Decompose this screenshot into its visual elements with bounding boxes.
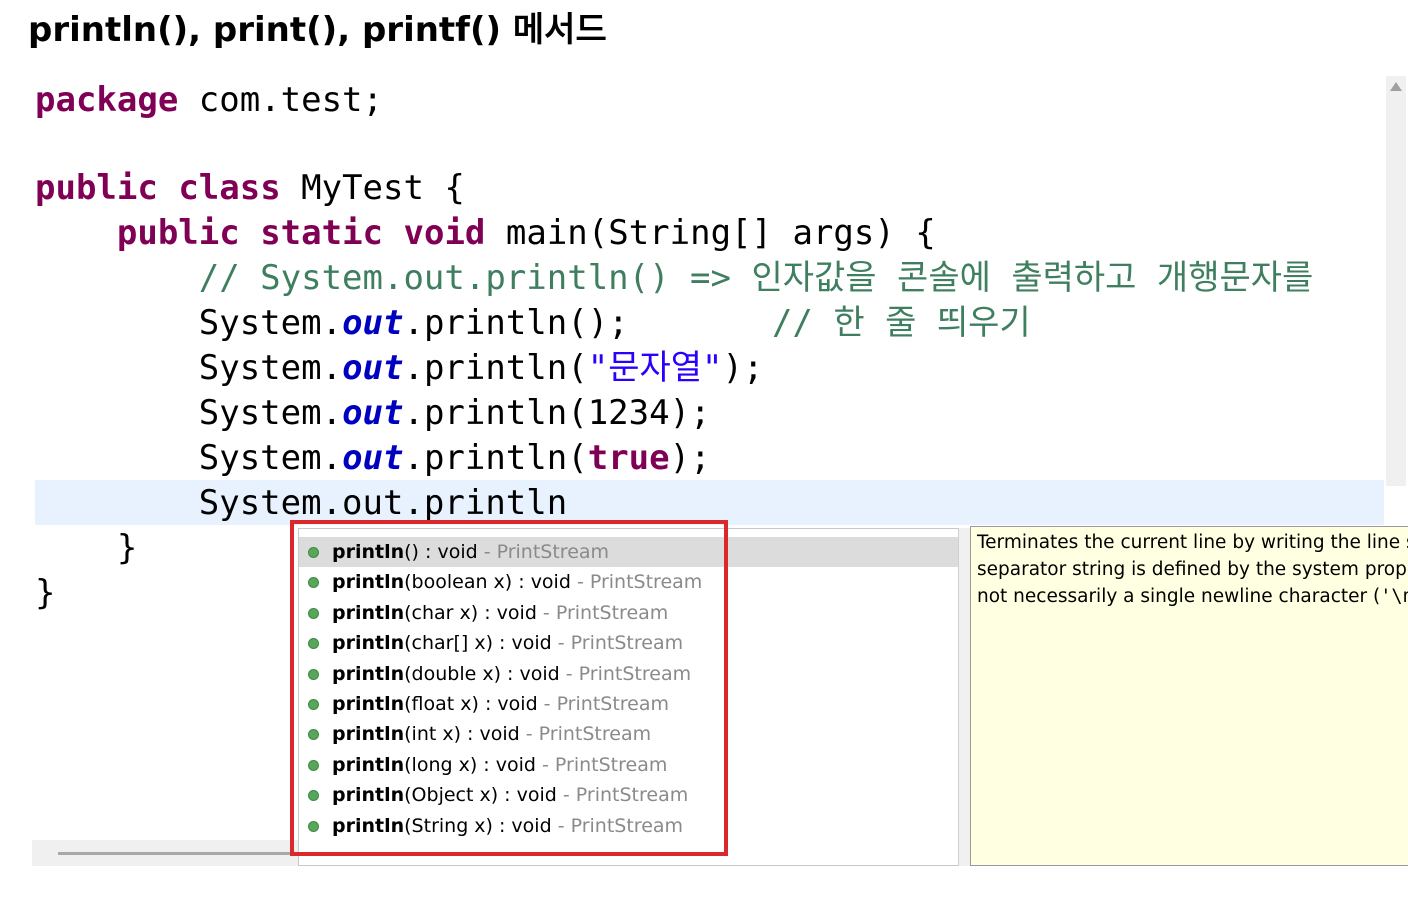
code-line-println-empty[interactable]: System.out.println(); // 한 줄 띄우기: [35, 301, 1031, 345]
page-title: println(), print(), printf() 메서드: [28, 10, 607, 50]
static-field: out: [342, 303, 404, 343]
code-line-comment[interactable]: // System.out.println() => 인자값을 콘솔에 출력하고…: [35, 256, 1314, 300]
code-line-println-bool[interactable]: System.out.println(true);: [35, 436, 711, 480]
keyword: true: [587, 438, 670, 478]
code-gap: [629, 303, 772, 343]
code-text: System.: [198, 438, 343, 478]
code-text: main(String[] args) {: [485, 213, 936, 253]
code-line-println-int[interactable]: System.out.println(1234);: [35, 391, 711, 435]
javadoc-line: separator string is defined by the syste…: [977, 559, 1408, 580]
code-text: System.: [198, 393, 343, 433]
code-line-current[interactable]: System.out.println: [35, 481, 567, 525]
code-text: .println(: [403, 348, 588, 388]
code-line-package[interactable]: package com.test;: [35, 78, 383, 122]
code-line-println-string[interactable]: System.out.println("문자열");: [35, 346, 764, 390]
static-field: out: [342, 393, 404, 433]
scroll-up-arrow-icon[interactable]: [1390, 82, 1402, 91]
keyword: public: [116, 213, 240, 253]
proposal-list-scrollbar[interactable]: [958, 528, 970, 866]
code-text: System.: [198, 303, 343, 343]
keyword: static: [260, 213, 384, 253]
javadoc-tooltip: Terminates the current line by writing t…: [970, 526, 1408, 866]
code-text: System.out.println: [198, 483, 568, 523]
code-line-main[interactable]: public static void main(String[] args) {: [35, 211, 936, 255]
code-text: );: [669, 438, 711, 478]
code-text: );: [722, 348, 764, 388]
static-field: out: [342, 348, 404, 388]
javadoc-line: Terminates the current line by writing t…: [977, 532, 1408, 553]
code-line-close-class[interactable]: }: [35, 571, 55, 615]
comment: // System.out.println() => 인자값을 콘솔에 출력하고…: [198, 258, 1314, 298]
code-line-close-method[interactable]: }: [35, 526, 137, 570]
string-literal: "문자열": [587, 348, 723, 388]
code-text: }: [116, 528, 138, 568]
javadoc-line: not necessarily a single newline charact…: [977, 583, 1408, 610]
keyword: class: [178, 168, 281, 208]
static-field: out: [342, 438, 404, 478]
code-text: System.: [198, 348, 343, 388]
comment: // 한 줄 띄우기: [771, 303, 1031, 343]
javadoc-code: '\n': [1380, 586, 1408, 607]
vertical-scrollbar[interactable]: [1386, 76, 1406, 486]
code-text: }: [35, 573, 56, 613]
red-highlight-box: [290, 520, 728, 856]
javadoc-text: Terminates the current line by writing t…: [977, 529, 1408, 610]
keyword: void: [403, 213, 486, 253]
code-text: .println();: [403, 303, 629, 343]
code-text: .println(1234);: [403, 393, 711, 433]
code-text: .println(: [403, 438, 588, 478]
code-text: MyTest {: [280, 168, 465, 208]
code-text: com.test;: [178, 80, 383, 120]
horizontal-scroll-thumb[interactable]: [58, 852, 298, 855]
javadoc-text-run: not necessarily a single newline charact…: [977, 586, 1381, 607]
keyword: public: [35, 168, 158, 208]
keyword: package: [35, 80, 179, 120]
code-line-class[interactable]: public class MyTest {: [35, 166, 465, 210]
